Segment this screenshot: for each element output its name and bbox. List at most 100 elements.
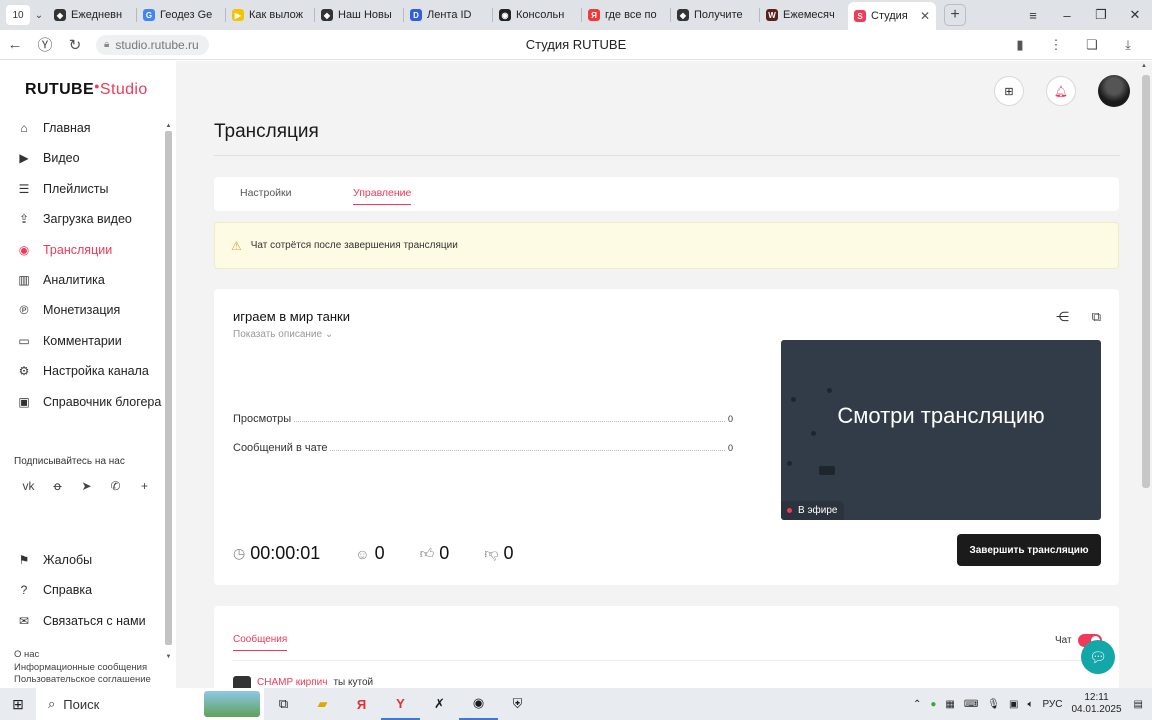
browser-tab[interactable]: D Лента ID xyxy=(404,3,492,27)
user-avatar xyxy=(233,676,251,688)
task-view-icon[interactable]: ⧉ xyxy=(264,688,303,720)
rutube-studio-logo[interactable]: RUTUBE●Studio xyxy=(25,81,148,99)
browser-tab[interactable]: ◆ Ежедневн xyxy=(48,3,136,27)
add-content-button[interactable]: ⊞ xyxy=(994,76,1024,106)
sidebar-item-comments[interactable]: ▭ Комментарии xyxy=(16,329,166,353)
page-scrollbar[interactable]: ▲ xyxy=(1139,61,1152,688)
stream-title: играем в мир танки xyxy=(233,309,350,324)
game-app-icon[interactable]: ✗ xyxy=(420,688,459,720)
page-scroll-up-icon[interactable]: ▲ xyxy=(1141,63,1147,69)
sidebar-item-video[interactable]: ▶ Видео xyxy=(16,146,166,170)
telegram-icon[interactable]: ➤ xyxy=(72,479,101,493)
tab-title: Как вылож xyxy=(249,9,304,21)
close-tab-icon[interactable]: ✕ xyxy=(920,9,930,23)
stream-preview[interactable]: Смотри трансляцию В эфире xyxy=(781,340,1101,520)
avatar[interactable] xyxy=(1098,75,1130,107)
url-text: studio.rutube.ru xyxy=(115,37,199,52)
collections-icon[interactable]: ❏ xyxy=(1074,37,1110,53)
sidebar-scroll-thumb[interactable] xyxy=(165,131,172,645)
clock[interactable]: 12:11 04.01.2025 xyxy=(1071,692,1121,716)
sidebar-scrollbar[interactable]: ▲ ▼ xyxy=(164,123,173,663)
sidebar-item-analytics[interactable]: ▥ Аналитика xyxy=(16,268,166,292)
support-chat-button[interactable]: 💬︎ xyxy=(1081,640,1115,674)
tray-app-icon[interactable]: ● xyxy=(930,699,936,710)
message-user[interactable]: CHAMP кирпич xyxy=(257,677,327,688)
sidebar-item-mail[interactable]: ✉ Связаться с нами xyxy=(16,609,166,633)
windows-start-icon[interactable]: ⊞ xyxy=(0,696,36,713)
sidebar-item-guide[interactable]: ▣ Справочник блогера xyxy=(16,390,166,414)
tab-counter[interactable]: 10 xyxy=(6,5,30,25)
browser-tab[interactable]: W Ежемесяч xyxy=(760,3,848,27)
comments-icon: ▭ xyxy=(18,333,30,348)
yandex-browser-icon[interactable]: Ⓨ xyxy=(30,34,60,55)
yandex-browser-taskbar-icon[interactable]: Y xyxy=(381,688,420,720)
reload-icon[interactable]: ↻ xyxy=(60,36,90,54)
restore-icon[interactable]: ❐ xyxy=(1084,7,1118,23)
playlist-icon: ☰ xyxy=(18,181,30,196)
plus-icon[interactable]: + xyxy=(130,479,159,493)
sidebar-item-flag[interactable]: ⚑ Жалобы xyxy=(16,548,166,572)
stat-value: 0 xyxy=(727,443,733,453)
browser-tab[interactable]: ◆ Получите xyxy=(671,3,759,27)
sidebar-item-playlist[interactable]: ☰ Плейлисты xyxy=(16,177,166,201)
menu-icon[interactable]: ≡ xyxy=(1016,8,1050,23)
tab-settings[interactable]: Настройки xyxy=(240,187,292,199)
sidebar-item-settings[interactable]: ⚙ Настройка канала xyxy=(16,359,166,383)
share-icon[interactable]: ⋲ xyxy=(1037,309,1069,325)
browser-tab[interactable]: ◉ Консольн xyxy=(493,3,581,27)
bookmark-icon[interactable]: ▮ xyxy=(1002,37,1038,53)
footer-link-agreement[interactable]: Пользовательское соглашение xyxy=(14,674,151,687)
language-indicator[interactable]: РУС xyxy=(1042,699,1062,710)
footer-link-about[interactable]: О нас xyxy=(14,649,151,662)
file-explorer-icon[interactable]: ▰ xyxy=(303,688,342,720)
viber-icon[interactable]: ✆ xyxy=(101,479,130,493)
close-window-icon[interactable]: ✕ xyxy=(1118,7,1152,23)
new-tab-button[interactable]: + xyxy=(944,4,966,26)
tray-keyboard-icon[interactable]: ⌨ xyxy=(964,699,978,710)
sidebar-item-help[interactable]: ? Справка xyxy=(16,578,166,602)
scroll-down-icon[interactable]: ▼ xyxy=(164,654,173,660)
obs-icon[interactable]: ◉ xyxy=(459,688,498,720)
ok-icon[interactable]: ꝋ xyxy=(43,479,72,493)
tray-calculator-icon[interactable]: ▦ xyxy=(945,699,954,710)
speaker-icon[interactable]: 🔈︎ xyxy=(1027,699,1033,710)
sidebar-item-upload[interactable]: ⇪ Загрузка видео xyxy=(16,207,166,231)
page-scroll-thumb[interactable] xyxy=(1142,75,1150,488)
browser-tab[interactable]: ▶ Как вылож xyxy=(226,3,314,27)
messages-tab-underline xyxy=(233,650,287,651)
tray-chevron-icon[interactable]: ⌃ xyxy=(913,699,921,710)
browser-tab[interactable]: ◆ Наш Новы xyxy=(315,3,403,27)
more-icon[interactable]: ⋮ xyxy=(1038,37,1074,53)
notifications-icon[interactable]: ▤ xyxy=(1134,699,1143,710)
sidebar-item-home[interactable]: ⌂ Главная xyxy=(16,116,166,140)
browser-tab[interactable]: S Студия ✕ xyxy=(848,2,936,30)
taskbar-search[interactable]: ⌕ Поиск xyxy=(36,688,264,720)
footer-link-info[interactable]: Информационные сообщения xyxy=(14,662,151,675)
tab-title: Студия xyxy=(871,10,908,22)
tab-messages[interactable]: Сообщения xyxy=(233,634,287,645)
url-field[interactable]: 🔒︎ studio.rutube.ru xyxy=(96,34,209,55)
notifications-button[interactable]: 🔔︎ xyxy=(1046,76,1076,106)
end-stream-button[interactable]: Завершить трансляцию xyxy=(957,534,1101,566)
network-icon[interactable]: ▣ xyxy=(1009,699,1018,710)
browser-tab[interactable]: G Геодез Ge xyxy=(137,3,225,27)
minimize-icon[interactable]: – xyxy=(1050,8,1084,23)
browser-tab[interactable]: Ягде все по xyxy=(582,3,670,27)
video-icon: ▶ xyxy=(19,151,29,166)
tab-management[interactable]: Управление xyxy=(353,187,411,199)
settings-icon: ⚙ xyxy=(18,364,30,379)
yandex-icon[interactable]: Я xyxy=(342,688,381,720)
live-label: В эфире xyxy=(798,505,838,516)
sidebar-item-broadcast[interactable]: ◉ Трансляции xyxy=(16,238,166,262)
vk-icon[interactable]: vk xyxy=(14,479,43,493)
back-icon[interactable]: ← xyxy=(0,36,30,53)
external-link-icon[interactable]: ⧉ xyxy=(1069,309,1101,325)
world-of-tanks-icon[interactable]: ⛨ xyxy=(498,688,537,720)
sidebar-item-monetization[interactable]: ℗ Монетизация xyxy=(16,298,166,322)
microphone-icon[interactable]: 🎙︎ xyxy=(987,699,1000,710)
download-icon[interactable]: ⤓ xyxy=(1110,37,1146,53)
scroll-up-icon[interactable]: ▲ xyxy=(164,123,173,129)
show-description-link[interactable]: Показать описание ⌄ xyxy=(233,329,333,340)
tab-list-chevron-icon[interactable]: ⌄ xyxy=(30,10,48,21)
stream-metrics: ◷ 00:00:01 ☺ 0 👍︎ 0 👎︎ 0 xyxy=(233,543,549,564)
